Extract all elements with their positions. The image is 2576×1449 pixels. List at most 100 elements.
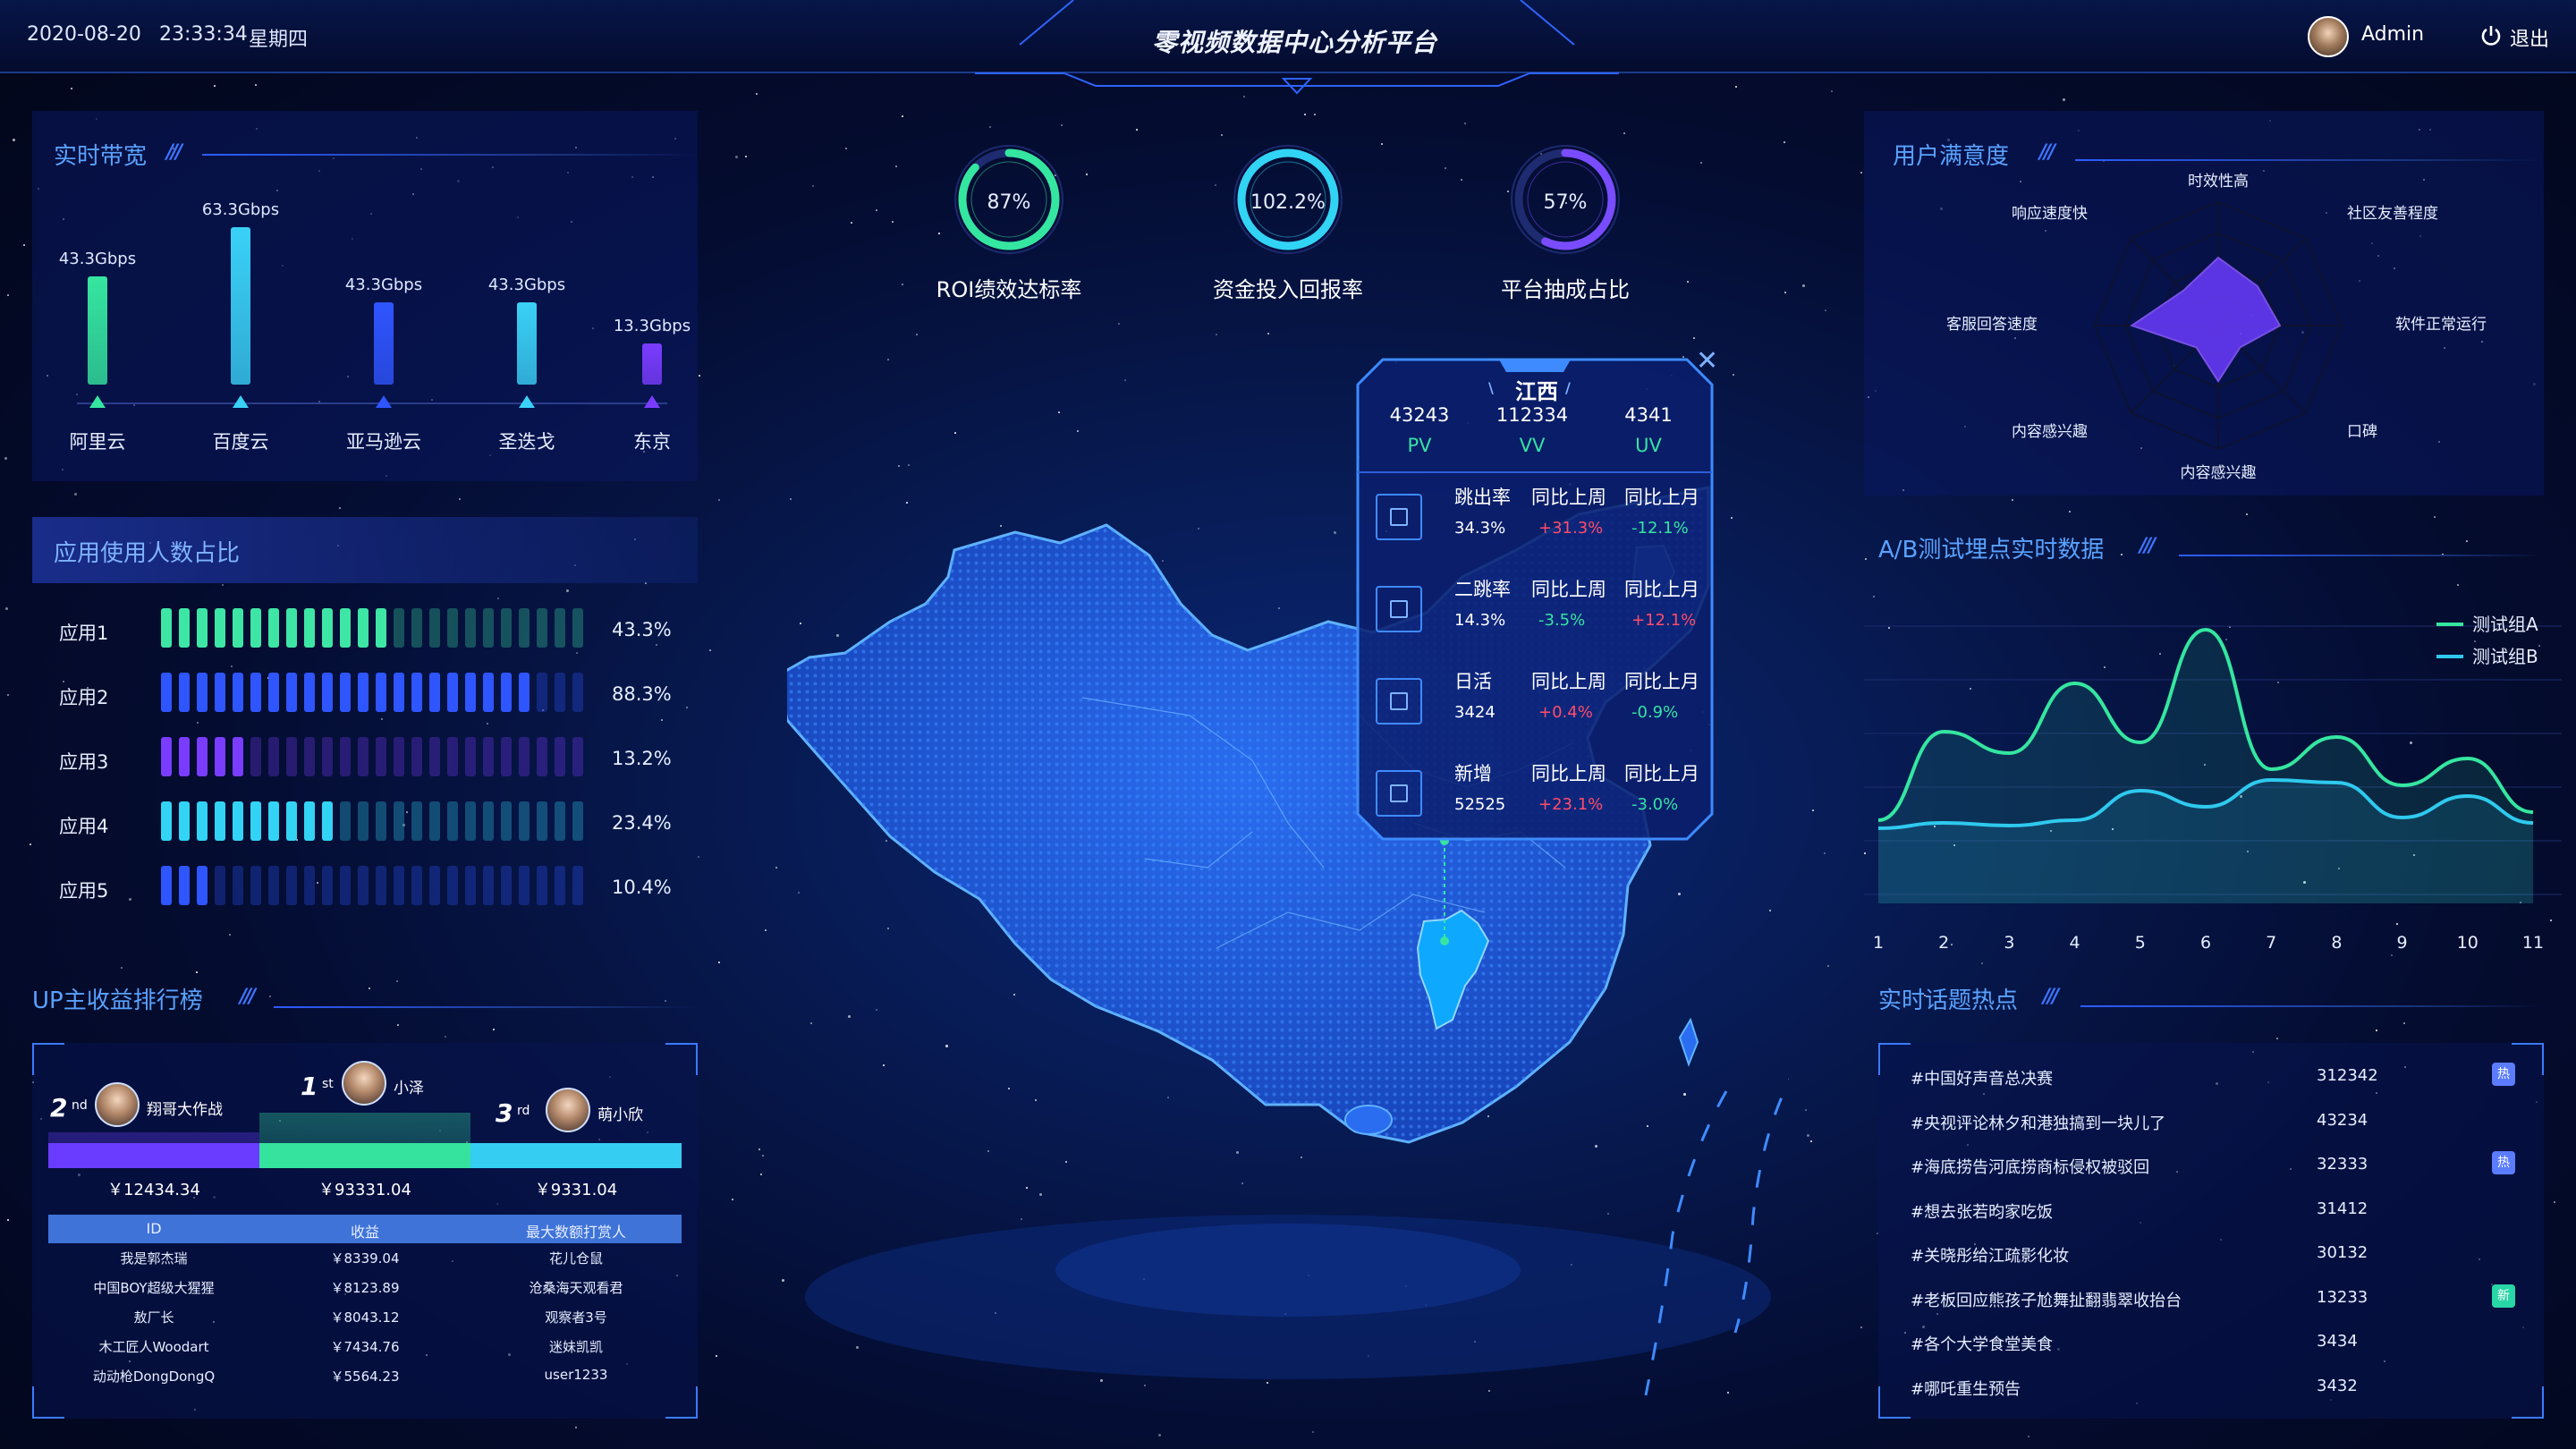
star bbox=[1077, 430, 1079, 432]
kpi-rings: 87% ROI绩效达标率 102.2% 资金投入回报率 57% 平台抽成占比 bbox=[894, 134, 1699, 313]
usage-segment bbox=[537, 801, 547, 841]
star bbox=[1865, 558, 1867, 560]
x-tick-label: 5 bbox=[2135, 933, 2146, 953]
star bbox=[1061, 124, 1063, 126]
star bbox=[1831, 90, 1833, 92]
podium-rank: 3 bbox=[496, 1098, 513, 1128]
star bbox=[397, 1024, 399, 1026]
topic-row[interactable]: #老板回应熊孩子尬舞扯翻翡翠收抬台 13233 新 bbox=[1878, 1281, 2544, 1317]
x-tick-label: 8 bbox=[2331, 933, 2342, 953]
radar-axis-label: 软件正常运行 bbox=[2395, 316, 2487, 334]
topic-row[interactable]: #各个大学食堂美食 3434 bbox=[1878, 1325, 2544, 1360]
usage-segment bbox=[286, 866, 297, 905]
star bbox=[1314, 114, 1316, 115]
star bbox=[229, 934, 231, 936]
usage-segment bbox=[501, 737, 512, 776]
topic-row[interactable]: #关晓彤给江疏影化妆 30132 bbox=[1878, 1236, 2544, 1272]
usage-segment bbox=[394, 673, 404, 712]
star bbox=[2376, 1030, 2377, 1031]
topic-text: #想去张若昀家吃饭 bbox=[1911, 1202, 2054, 1222]
col-header-income: 收益 bbox=[350, 1224, 379, 1241]
star bbox=[222, 584, 224, 586]
title-decoration: / bbox=[1565, 379, 1571, 396]
topic-row[interactable]: #中国好声音总决赛 312342 热 bbox=[1878, 1059, 2544, 1095]
usage-segment bbox=[304, 673, 315, 712]
usage-segment bbox=[304, 866, 315, 905]
usage-segment bbox=[161, 673, 172, 712]
bandwidth-bar bbox=[517, 302, 537, 385]
title-rule bbox=[274, 1006, 698, 1008]
popup-wow-value: +0.4% bbox=[1538, 703, 1593, 722]
topic-row[interactable]: #哪吒重生预告 3432 bbox=[1878, 1369, 2544, 1405]
star bbox=[887, 359, 889, 360]
usage-segment bbox=[555, 866, 565, 905]
topic-row[interactable]: #央视评论林夕和港独搞到一块儿了 43234 bbox=[1878, 1104, 2544, 1140]
avatar[interactable] bbox=[95, 1082, 140, 1127]
usage-segment bbox=[555, 673, 565, 712]
x-tick-label: 11 bbox=[2522, 933, 2544, 953]
bandwidth-bar bbox=[231, 227, 250, 385]
star bbox=[196, 971, 198, 973]
kpi-value: 102.2% bbox=[1250, 191, 1326, 214]
hot-badge: 热 bbox=[2492, 1063, 2515, 1086]
radar-axis-label: 内容感兴趣 bbox=[2012, 423, 2088, 441]
star bbox=[1784, 292, 1786, 293]
top-bar: 2020-08-20 23:33:34 星期四 零视频数据中心分析平台 Admi… bbox=[0, 0, 2576, 95]
popup-stat-value: 112334 bbox=[1496, 404, 1569, 426]
usage-segment bbox=[465, 608, 476, 648]
star bbox=[2028, 1436, 2029, 1437]
popup-wow-value: -3.5% bbox=[1538, 611, 1586, 630]
radar-area bbox=[2130, 256, 2282, 383]
add-user-icon bbox=[1376, 770, 1422, 817]
avatar[interactable] bbox=[2308, 16, 2349, 57]
usage-segment bbox=[537, 866, 547, 905]
radar-axis-label: 口碑 bbox=[2347, 423, 2377, 441]
avatar[interactable] bbox=[546, 1088, 590, 1132]
usage-segment bbox=[322, 737, 333, 776]
usage-segment bbox=[197, 673, 208, 712]
radar-axis-label: 响应速度快 bbox=[2012, 205, 2088, 223]
usage-segment bbox=[268, 608, 279, 648]
usage-segment bbox=[572, 608, 583, 648]
star bbox=[369, 987, 370, 989]
star bbox=[214, 85, 216, 87]
power-icon[interactable] bbox=[2479, 24, 2503, 47]
star bbox=[2063, 98, 2065, 101]
topic-count: 32333 bbox=[2317, 1155, 2368, 1174]
usage-segment bbox=[501, 866, 512, 905]
app-usage-percent: 43.3% bbox=[612, 619, 672, 640]
star bbox=[7, 294, 9, 296]
topic-count: 3434 bbox=[2317, 1332, 2358, 1351]
star bbox=[665, 1000, 666, 1002]
ranking-panel: 2 nd 翔哥大作战 ￥12434.34 1 st 小泽 ￥93331.04 3 rd 萌小欣 ￥93… bbox=[32, 1043, 698, 1419]
topic-row[interactable]: #想去张若昀家吃饭 31412 bbox=[1878, 1192, 2544, 1228]
podium: 2 nd 翔哥大作战 ￥12434.34 1 st 小泽 ￥93331.04 3 rd 萌小欣 ￥93… bbox=[32, 1043, 698, 1204]
bandwidth-value: 13.3Gbps bbox=[613, 317, 691, 335]
star bbox=[396, 980, 398, 982]
star bbox=[497, 597, 499, 599]
star bbox=[566, 589, 569, 592]
bandwidth-label: 亚马逊云 bbox=[346, 431, 421, 453]
popup-wow-label: 同比上周 bbox=[1531, 487, 1606, 508]
usage-segment bbox=[233, 866, 243, 905]
usage-segment bbox=[376, 737, 386, 776]
star bbox=[2466, 540, 2468, 542]
triangle-marker-icon bbox=[519, 395, 535, 408]
topic-row[interactable]: #海底捞告河底捞商标侵权被驳回 32333 热 bbox=[1878, 1148, 2544, 1183]
header-time: 23:33:34 bbox=[159, 23, 248, 46]
logout-button[interactable]: 退出 bbox=[2510, 23, 2549, 52]
star bbox=[121, 967, 123, 969]
usage-segment bbox=[411, 608, 422, 648]
star bbox=[699, 375, 700, 377]
app-usage-percent: 23.4% bbox=[612, 812, 672, 834]
x-tick-label: 10 bbox=[2457, 933, 2479, 953]
close-icon[interactable]: ✕ bbox=[1696, 345, 1718, 377]
avatar[interactable] bbox=[342, 1061, 386, 1106]
star bbox=[775, 867, 777, 869]
star bbox=[1827, 965, 1829, 967]
star bbox=[1216, 334, 1217, 335]
bandwidth-panel: 实时带宽 /// 43.3Gbps 阿里云 63.3Gbps 百度云 43.3Gbps 亚… bbox=[32, 111, 698, 481]
popup-wow-value: +23.1% bbox=[1538, 795, 1604, 814]
user-name[interactable]: Admin bbox=[2361, 23, 2424, 46]
ranking-id: 木工匠人Woodart bbox=[98, 1339, 209, 1355]
